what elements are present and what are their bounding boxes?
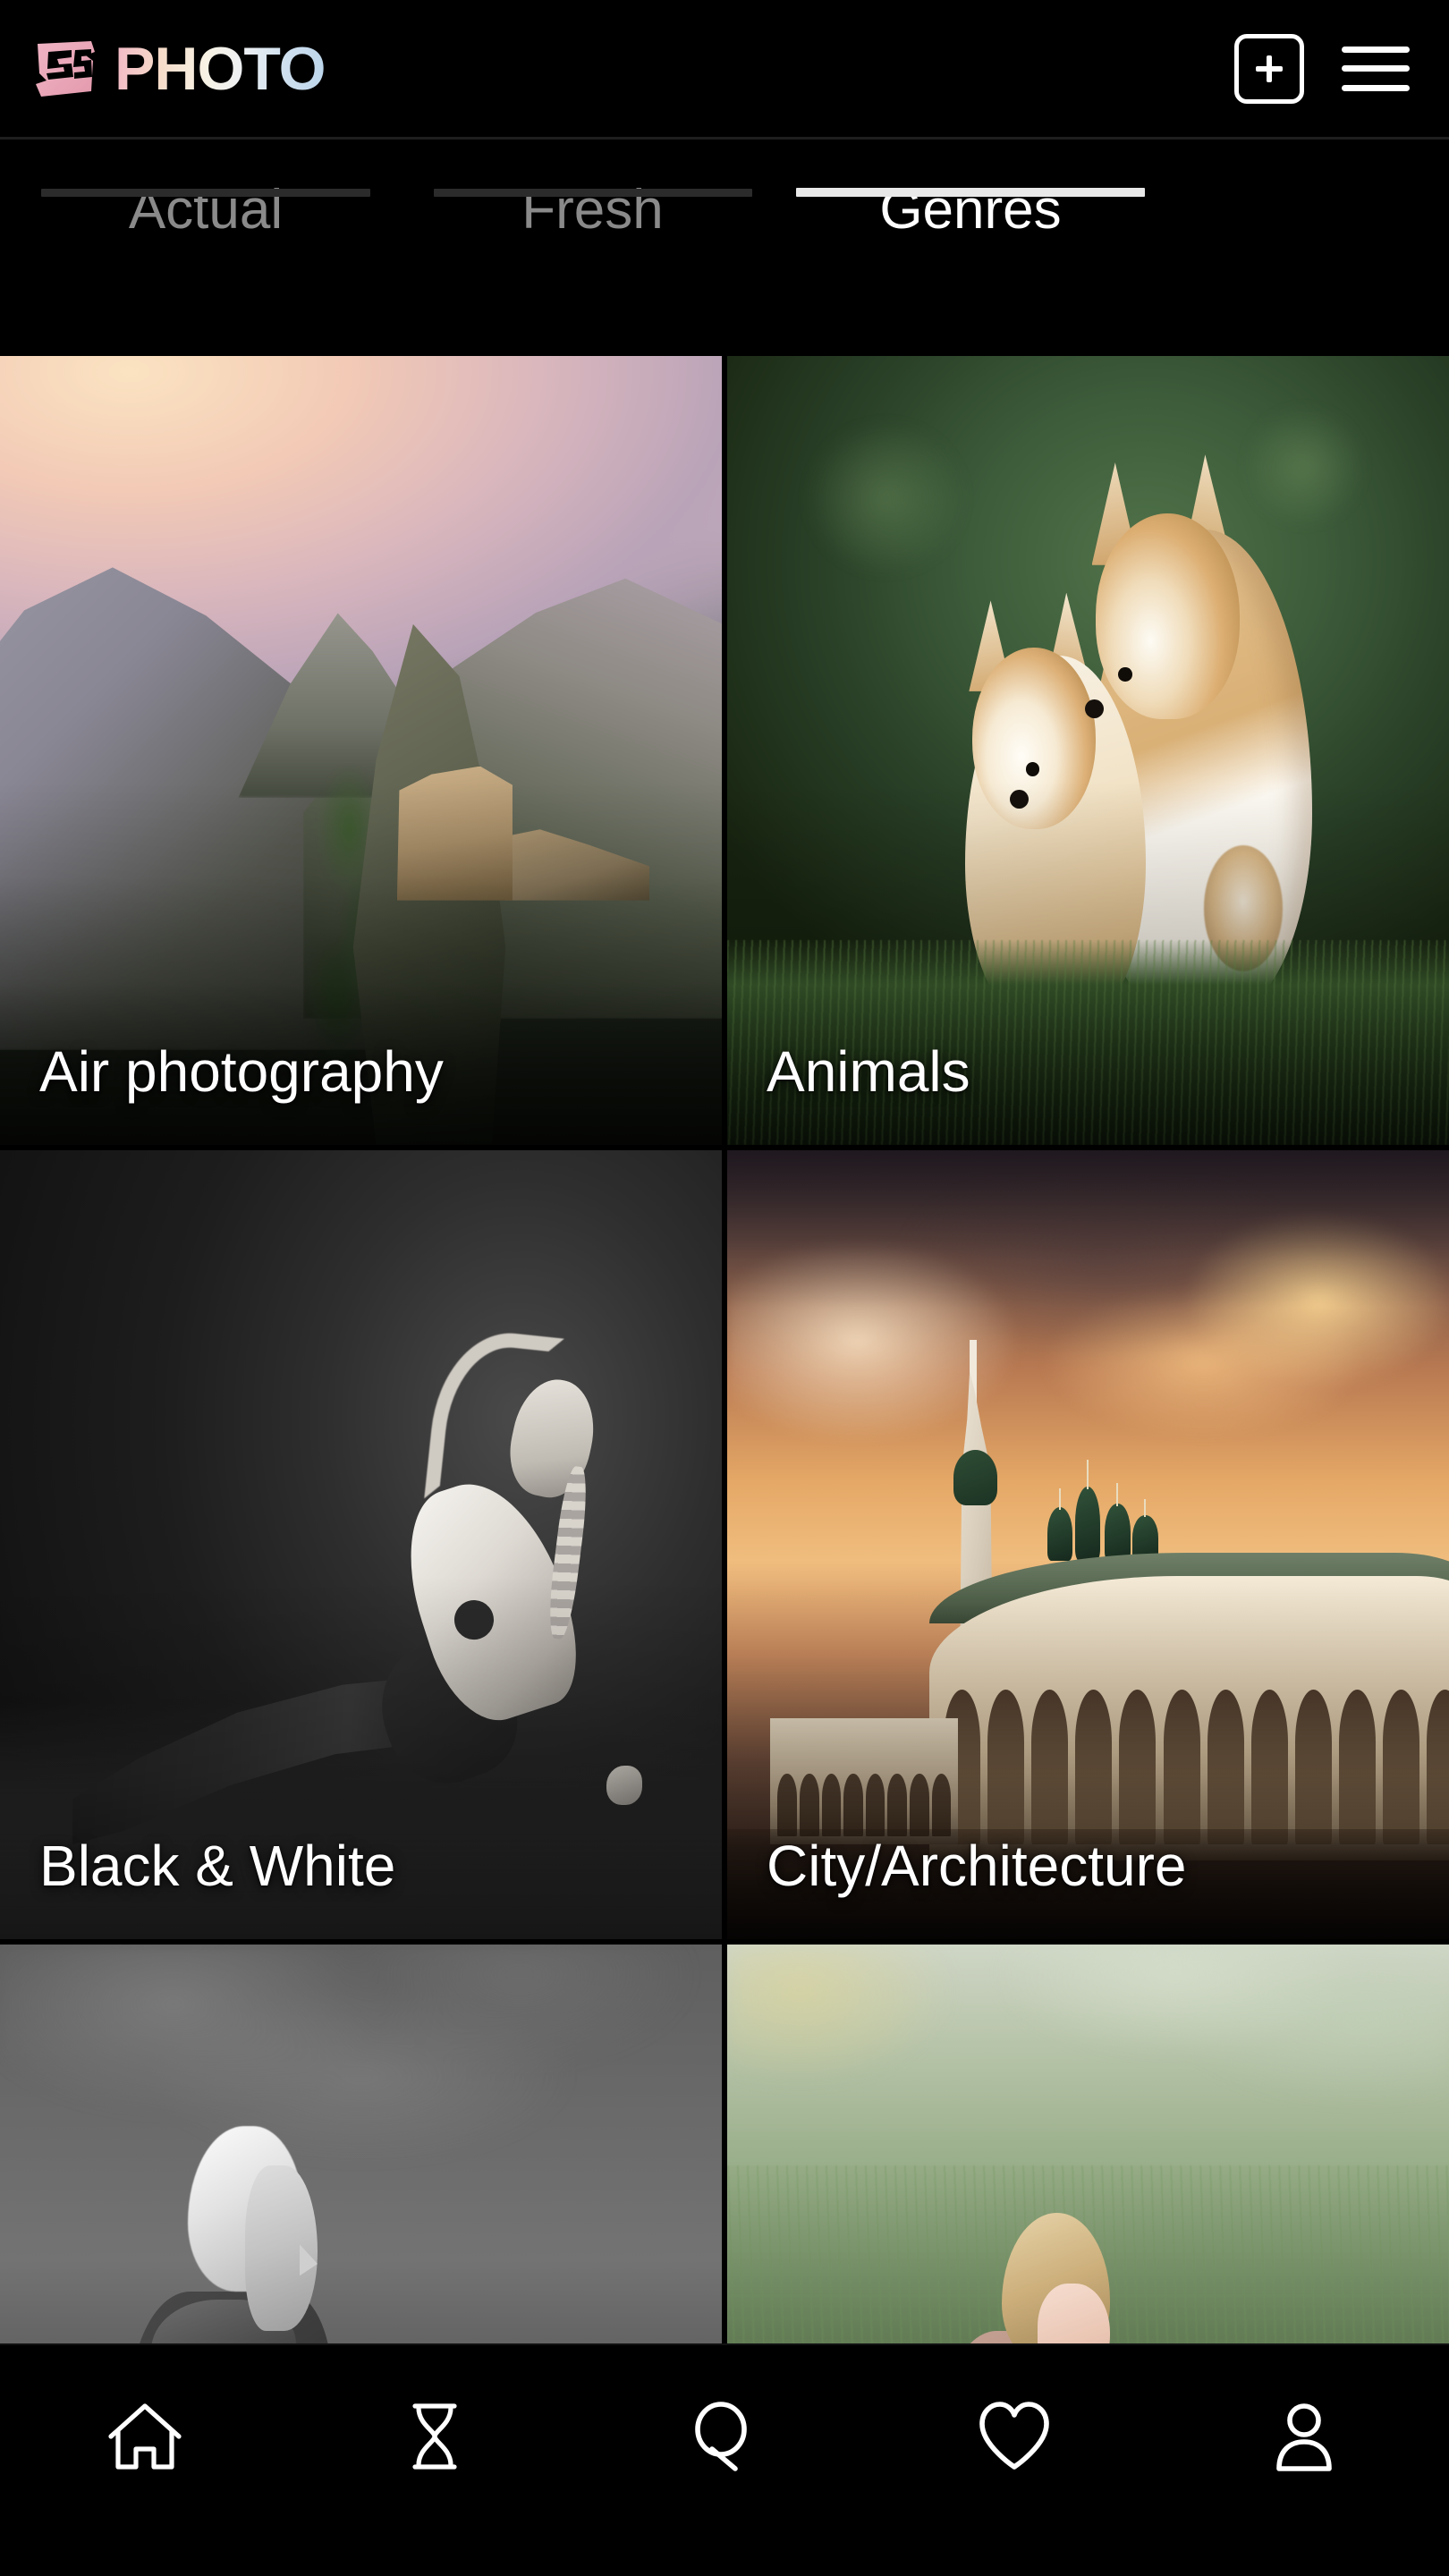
hamburger-line-2	[1342, 65, 1410, 72]
genre-tile-animals[interactable]: Animals	[727, 356, 1449, 1145]
search-icon	[682, 2394, 767, 2479]
person-icon	[1261, 2394, 1347, 2479]
tab-fresh-underline	[433, 189, 752, 197]
hamburger-line-3	[1342, 84, 1410, 91]
header-actions	[1234, 33, 1410, 104]
genre-tile-air-photography[interactable]: Air photography	[0, 356, 722, 1145]
nav-item-home[interactable]	[0, 2394, 290, 2479]
tab-actual[interactable]: Actual	[0, 140, 411, 238]
genre-thumbnail-black-and-white	[0, 1150, 722, 1939]
nav-item-favorites[interactable]	[869, 2394, 1159, 2479]
genre-tile-family[interactable]: Family	[727, 1945, 1449, 2343]
heart-icon	[971, 2394, 1057, 2479]
hamburger-line-1	[1342, 46, 1410, 53]
genre-grid: Air photography Animals Black & White Ci…	[0, 356, 1449, 2343]
tab-genres-underline	[796, 188, 1145, 197]
hourglass-icon	[392, 2394, 478, 2479]
genre-thumbnail-family	[727, 1945, 1449, 2343]
tab-bar: Actual Fresh Genres	[0, 140, 1449, 356]
35-logo-icon	[32, 38, 98, 100]
genre-tile-conceptual[interactable]: Conceptual	[0, 1945, 722, 2343]
nav-item-recent[interactable]	[290, 2394, 580, 2479]
genre-thumbnail-city-architecture	[727, 1150, 1449, 1939]
add-photo-button[interactable]	[1234, 33, 1304, 104]
app-root: PHOTO Actual Fresh Genres Air photograph…	[0, 0, 1449, 2576]
hamburger-menu-button[interactable]	[1342, 41, 1410, 97]
genre-thumbnail-conceptual	[0, 1945, 722, 2343]
brand-logo[interactable]: PHOTO	[32, 0, 331, 137]
genre-tile-city-architecture[interactable]: City/Architecture	[727, 1150, 1449, 1939]
genre-tile-black-and-white[interactable]: Black & White	[0, 1150, 722, 1939]
nav-item-profile[interactable]	[1159, 2394, 1449, 2479]
nav-item-search[interactable]	[580, 2394, 869, 2479]
brand-wordmark: PHOTO	[114, 38, 331, 99]
tab-genres[interactable]: Genres	[774, 140, 1167, 238]
bottom-navigation-bar	[0, 2343, 1449, 2576]
home-icon	[102, 2394, 188, 2479]
genre-thumbnail-air-photography	[0, 356, 722, 1145]
tab-fresh[interactable]: Fresh	[411, 140, 774, 238]
tab-actual-underline	[41, 189, 370, 197]
genre-thumbnail-animals	[727, 356, 1449, 1145]
app-header: PHOTO	[0, 0, 1449, 140]
